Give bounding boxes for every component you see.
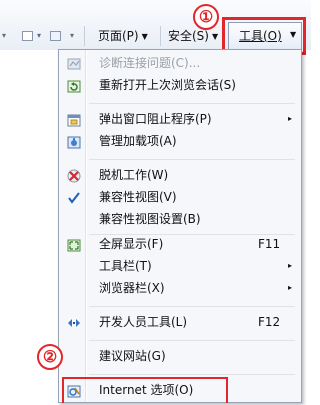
callout-number-1: ① xyxy=(193,4,219,30)
menu-separator xyxy=(89,306,295,307)
submenu-arrow-icon: ▸ xyxy=(287,283,292,292)
fullscreen-icon xyxy=(67,237,81,252)
submenu-arrow-icon: ▸ xyxy=(287,114,292,123)
chevron-down-icon[interactable]: ▾ xyxy=(70,27,74,45)
submenu-arrow-icon: ▸ xyxy=(287,261,292,270)
divider xyxy=(160,26,161,46)
menu-item-label: 建议网站(G) xyxy=(99,349,166,363)
divider xyxy=(84,26,85,46)
tools-menu-label: 工具(O) xyxy=(239,29,282,43)
menu-item-label: 全屏显示(F) xyxy=(99,237,164,251)
menu-item-label: 开发人员工具(L) xyxy=(99,315,188,329)
page-menu-label: 页面(P) xyxy=(98,29,139,43)
menu-separator xyxy=(89,340,295,341)
menu-item-explorer-bars[interactable]: 浏览器栏(X) ▸ xyxy=(59,277,301,299)
chevron-down-icon: ▼ xyxy=(211,32,219,41)
tools-menu-button[interactable]: 工具(O) ▼ xyxy=(228,22,302,50)
feeds-icon[interactable] xyxy=(22,31,33,41)
menu-item-label: 重新打开上次浏览会话(S) xyxy=(99,78,236,92)
diagnose-icon xyxy=(67,56,81,70)
menu-item-label: 脱机工作(W) xyxy=(99,168,169,182)
developer-tools-icon xyxy=(67,315,81,329)
chevron-down-icon: ▼ xyxy=(290,30,297,39)
checkmark-icon xyxy=(67,190,81,204)
menu-item-popup-blocker[interactable]: 弹出窗口阻止程序(P) ▸ xyxy=(59,108,301,130)
menu-item-compatibility-view-settings[interactable]: 兼容性视图设置(B) xyxy=(59,208,301,230)
menu-item-label: 诊断连接问题(C)... xyxy=(99,56,201,70)
menu-item-label: 兼容性视图(V) xyxy=(99,190,177,204)
menu-item-suggested-sites[interactable]: 建议网站(G) xyxy=(59,345,301,367)
reopen-session-icon xyxy=(67,78,81,93)
menu-item-label: 管理加载项(A) xyxy=(99,134,177,148)
menu-separator xyxy=(89,159,295,160)
command-bar: ▾ ▾ ▾ 页面(P) ▼ 安全(S) ▼ 工具(O) ▼ xyxy=(0,0,311,50)
menu-item-label: 工具栏(T) xyxy=(99,259,152,273)
menu-item-reopen-session[interactable]: 重新打开上次浏览会话(S) xyxy=(59,74,301,96)
shortcut-text: F11 xyxy=(258,237,281,251)
page-menu-button[interactable]: 页面(P) ▼ xyxy=(98,27,148,45)
safety-menu-button[interactable]: 安全(S) ▼ xyxy=(168,27,218,45)
menu-item-manage-addons[interactable]: 管理加载项(A) xyxy=(59,130,301,152)
menu-separator xyxy=(89,374,295,375)
menu-separator xyxy=(89,103,295,104)
work-offline-icon xyxy=(67,168,81,183)
tools-dropdown-menu: 诊断连接问题(C)... 重新打开上次浏览会话(S) 弹出窗口阻止程序(P) ▸… xyxy=(58,49,302,403)
menu-item-label: 兼容性视图设置(B) xyxy=(99,212,201,226)
popup-blocker-icon xyxy=(67,112,81,127)
print-icon[interactable] xyxy=(50,31,61,41)
shortcut-text: F12 xyxy=(258,315,281,329)
menu-item-compatibility-view[interactable]: 兼容性视图(V) xyxy=(59,186,301,208)
menu-item-diagnose-connection: 诊断连接问题(C)... xyxy=(59,52,301,74)
chevron-down-icon[interactable]: ▾ xyxy=(37,27,41,45)
callout-highlight-internet-options xyxy=(62,377,228,403)
menu-item-fullscreen[interactable]: 全屏显示(F) F11 xyxy=(59,233,301,255)
menu-item-developer-tools[interactable]: 开发人员工具(L) F12 xyxy=(59,311,301,333)
menu-item-label: 弹出窗口阻止程序(P) xyxy=(99,112,212,126)
manage-addons-icon xyxy=(67,134,81,149)
menu-item-toolbars[interactable]: 工具栏(T) ▸ xyxy=(59,255,301,277)
menu-item-label: 浏览器栏(X) xyxy=(99,281,165,295)
chevron-down-icon[interactable]: ▾ xyxy=(2,27,6,45)
chevron-down-icon: ▼ xyxy=(141,32,148,41)
menu-item-work-offline[interactable]: 脱机工作(W) xyxy=(59,164,301,186)
callout-number-2: ② xyxy=(37,344,63,370)
safety-menu-label: 安全(S) xyxy=(168,29,209,43)
